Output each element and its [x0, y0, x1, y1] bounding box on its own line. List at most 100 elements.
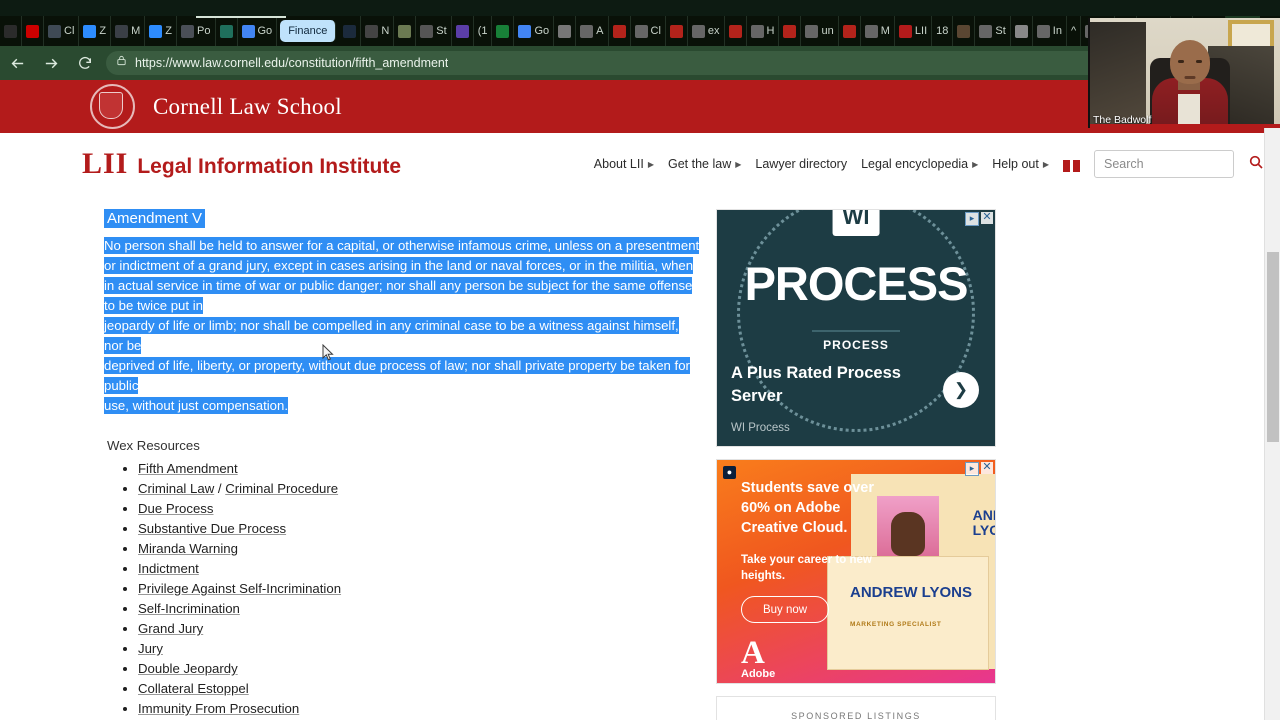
window-icon: [4, 24, 17, 38]
browser-tab-13[interactable]: St: [416, 16, 452, 46]
wex-link[interactable]: Criminal Procedure: [225, 481, 338, 496]
wex-list-item[interactable]: Substantive Due Process: [138, 519, 700, 539]
browser-tab-14[interactable]: [452, 16, 474, 46]
wex-list-item[interactable]: Collateral Estoppel: [138, 679, 700, 699]
nav-item-get-the-law[interactable]: Get the law ▶: [668, 157, 741, 171]
wex-link[interactable]: Fifth Amendment: [138, 461, 238, 476]
wex-link[interactable]: Due Process: [138, 501, 214, 516]
browser-tab-12[interactable]: [394, 16, 417, 46]
reload-button[interactable]: [68, 46, 102, 80]
ad-subtext: Take your career to new heights.: [741, 554, 872, 582]
nav-item-legal-encyclopedia[interactable]: Legal encyclopedia ▶: [861, 157, 978, 171]
wex-link[interactable]: Grand Jury: [138, 621, 203, 636]
chevron-right-icon: ▶: [647, 159, 654, 169]
wex-link[interactable]: Indictment: [138, 561, 199, 576]
browser-tab-6[interactable]: Po: [177, 16, 216, 46]
browser-tab-32[interactable]: [953, 16, 976, 46]
wex-link[interactable]: Criminal Law: [138, 481, 214, 496]
browser-tab-8[interactable]: Go: [238, 16, 278, 46]
adchoices-controls[interactable]: ▸ ✕: [965, 212, 993, 226]
close-icon[interactable]: ✕: [981, 462, 993, 474]
browser-tab-19[interactable]: A: [576, 16, 609, 46]
wex-list-item[interactable]: Privilege Against Self-Incrimination: [138, 579, 700, 599]
browser-tab-33[interactable]: St: [975, 16, 1011, 46]
adchoices-controls-2[interactable]: ▸ ✕: [965, 462, 993, 476]
browser-tab-35[interactable]: In: [1033, 16, 1067, 46]
adchoices-icon[interactable]: ▸: [965, 462, 979, 476]
wex-link[interactable]: Privilege Against Self-Incrimination: [138, 581, 341, 596]
wex-link[interactable]: Miranda Warning: [138, 541, 238, 556]
browser-tab-20[interactable]: [609, 16, 631, 46]
wex-list-item[interactable]: Grand Jury: [138, 619, 700, 639]
gift-icon[interactable]: [1063, 156, 1080, 172]
browser-tab-16[interactable]: [492, 16, 515, 46]
wex-list-item[interactable]: Self-Incrimination: [138, 599, 700, 619]
browser-tab-9[interactable]: Finance: [280, 20, 337, 42]
browser-tab-7[interactable]: [216, 16, 238, 46]
browser-tab-10[interactable]: [339, 16, 362, 46]
browser-tab-30[interactable]: LII: [895, 16, 933, 46]
wex-list-item[interactable]: Criminal Law / Criminal Procedure: [138, 479, 700, 499]
wex-link[interactable]: Self-Incrimination: [138, 601, 240, 616]
webcam-overlay[interactable]: The Badwolf: [1088, 18, 1280, 128]
chevron-right-icon[interactable]: ❯: [943, 372, 979, 408]
wex-list-item[interactable]: Immunity From Prosecution: [138, 699, 700, 719]
wex-list-item[interactable]: Fifth Amendment: [138, 459, 700, 479]
tab-title: A: [596, 25, 604, 37]
nav-item-help-out[interactable]: Help out ▶: [992, 157, 1049, 171]
browser-tab-26[interactable]: [779, 16, 802, 46]
browser-tab-3[interactable]: Z: [79, 16, 112, 46]
page-scrollbar-thumb[interactable]: [1267, 252, 1279, 442]
browser-tab-23[interactable]: ex: [688, 16, 725, 46]
browser-tab-5[interactable]: Z: [145, 16, 178, 46]
wex-link[interactable]: Substantive Due Process: [138, 521, 286, 536]
ad-wi-process[interactable]: ▸ ✕ WI PROCESS PROCESS A Plus Rated Proc…: [716, 209, 996, 447]
cornell-title[interactable]: Cornell Law School: [153, 94, 342, 120]
nav-item-about-lii[interactable]: About LII ▶: [594, 157, 654, 171]
wex-list-item[interactable]: Double Jeopardy: [138, 659, 700, 679]
adchoices-icon[interactable]: ▸: [965, 212, 979, 226]
wex-list-item[interactable]: Jury: [138, 639, 700, 659]
ad-cta-button[interactable]: Buy now: [741, 596, 829, 623]
browser-tab-34[interactable]: [1011, 16, 1033, 46]
lii-mark: LII: [82, 147, 129, 180]
ad-headline: Students save over 60% on Adobe Creative…: [741, 480, 874, 536]
browser-tab-18[interactable]: [554, 16, 577, 46]
browser-tab-4[interactable]: M: [111, 16, 146, 46]
wex-link[interactable]: Collateral Estoppel: [138, 681, 249, 696]
browser-tab-17[interactable]: Go: [514, 16, 555, 46]
wex-link[interactable]: Jury: [138, 641, 163, 656]
generic-icon: [365, 24, 379, 38]
tab-title: N: [381, 25, 390, 37]
browser-tab-29[interactable]: M: [861, 16, 895, 46]
back-button[interactable]: [0, 46, 34, 80]
nav-item-label: Get the law: [668, 157, 732, 171]
nav-item-lawyer-directory[interactable]: Lawyer directory: [755, 157, 847, 171]
forward-button[interactable]: [34, 46, 68, 80]
lii-logo[interactable]: LII Legal Information Institute: [82, 147, 401, 181]
browser-tab-1[interactable]: [22, 16, 44, 46]
browser-tab-21[interactable]: Cl: [631, 16, 666, 46]
wex-list-item[interactable]: Due Process: [138, 499, 700, 519]
search-icon[interactable]: [1248, 154, 1264, 175]
browser-tab-24[interactable]: [725, 16, 747, 46]
browser-tab-28[interactable]: [839, 16, 861, 46]
browser-tab-36[interactable]: ^: [1067, 16, 1082, 46]
close-icon[interactable]: ✕: [981, 212, 993, 224]
wex-link[interactable]: Double Jeopardy: [138, 661, 238, 676]
browser-tab-27[interactable]: un: [801, 16, 839, 46]
ad-adobe[interactable]: ▸ ✕ ● ANDLYO ANDREW LYONS MARKETING SPEC…: [716, 459, 996, 684]
browser-tab-22[interactable]: [666, 16, 688, 46]
wex-list-item[interactable]: Indictment: [138, 559, 700, 579]
browser-tab-15[interactable]: (1: [474, 16, 493, 46]
search-input[interactable]: Search: [1094, 150, 1234, 178]
browser-tab-2[interactable]: Cl: [44, 16, 80, 46]
lii-icon: [898, 24, 912, 38]
wex-link[interactable]: Immunity From Prosecution: [138, 701, 299, 716]
wex-list-item[interactable]: Miranda Warning: [138, 539, 700, 559]
browser-tab-11[interactable]: N: [361, 16, 395, 46]
browser-tab-0[interactable]: [0, 16, 22, 46]
page-scrollbar-track[interactable]: [1264, 80, 1280, 720]
browser-tab-31[interactable]: 18: [932, 16, 954, 46]
browser-tab-25[interactable]: H: [747, 16, 780, 46]
